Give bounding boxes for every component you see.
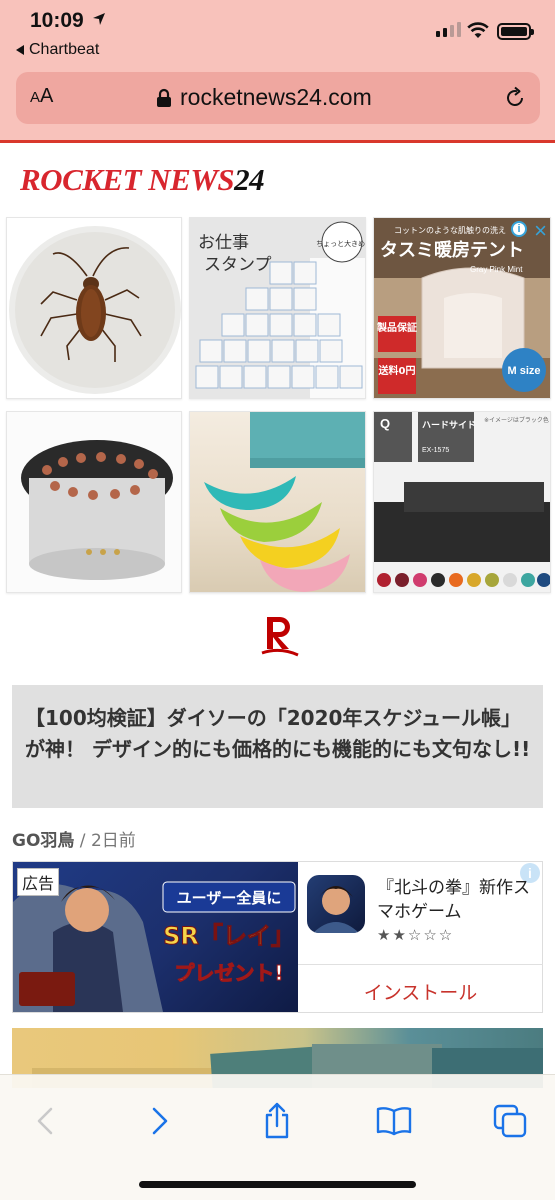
article-time: 2日前 <box>90 831 136 851</box>
ad-close-icon[interactable]: × <box>534 218 547 244</box>
cockroach-image <box>9 226 181 394</box>
chevron-right-icon <box>152 1107 168 1135</box>
product-tile-work-stamp[interactable]: お仕事 スタンプ ちょっと大きめ! <box>189 217 366 399</box>
tent-badge-1: 製品保証 <box>376 321 417 334</box>
banner-line-1: ユーザー全員に <box>177 889 282 907</box>
product-tile-banana-bed[interactable] <box>189 411 366 593</box>
tent-badge-2: 送料0円 <box>378 364 416 377</box>
back-app-label: Chartbeat <box>29 41 100 58</box>
lock-icon <box>157 88 171 107</box>
logo-word-news: NEWS <box>148 162 235 197</box>
byline-separator: / <box>74 831 91 851</box>
bed-q-label: Q <box>380 416 390 431</box>
stamp-caption-1: お仕事 <box>198 233 249 253</box>
takoyaki-image <box>7 412 181 592</box>
battery-icon <box>497 23 534 40</box>
stamp-bubble: ちょっと大きめ! <box>316 239 366 248</box>
bed-image: Q ハードサイド EX-1575 ※イメージはブラック色 <box>374 412 550 592</box>
logo-word-rocket: ROCKET <box>20 162 142 197</box>
banner-line-3: プレゼント! <box>174 961 283 985</box>
tabs-button[interactable] <box>488 1099 532 1143</box>
share-icon <box>265 1102 289 1139</box>
install-button[interactable]: インストール <box>298 978 543 1005</box>
article-headline[interactable]: 【100均検証】ダイソーの「2020年スケジュール帳」が神！ デザイン的にも価格… <box>25 703 533 765</box>
cellular-signal-icon <box>436 22 461 37</box>
wifi-icon <box>467 22 489 38</box>
stamp-image: お仕事 スタンプ ちょっと大きめ! <box>190 218 366 398</box>
url-text[interactable]: rocketnews24.com <box>180 84 372 111</box>
tent-subtitle: コットンのような肌触りの洗え <box>394 225 506 235</box>
tent-colors: Gray Pink Mint <box>470 265 523 274</box>
product-tile-hard-side-bed[interactable]: Q ハードサイド EX-1575 ※イメージはブラック色 <box>373 411 551 593</box>
rakuten-logo-icon[interactable] <box>258 613 302 659</box>
product-tile-cockroach[interactable] <box>6 217 182 399</box>
ad-banner-image[interactable]: ユーザー全員に SR「レイ」 プレゼント! 広告 <box>13 862 298 1012</box>
tent-image: コットンのような肌触りの洗え タスミ暖房テント Gray Pink Mint 製… <box>374 218 550 398</box>
browser-top-bar: 10:09 Chartbeat AA rocketnews24.com <box>0 0 555 143</box>
status-time: 10:09 <box>30 9 84 32</box>
back-to-app-link[interactable]: Chartbeat <box>16 41 99 59</box>
ad-label-badge: 広告 <box>17 868 60 896</box>
bed-hard-label: ハードサイド <box>422 420 476 431</box>
ad-info-icon[interactable]: i <box>511 221 527 237</box>
ad-app-title[interactable]: 『北斗の拳』新作スマホゲーム <box>377 876 537 924</box>
product-grid: お仕事 スタンプ ちょっと大きめ! コットンのような肌触りの洗え タスミ暖房テン… <box>6 217 552 593</box>
article-author[interactable]: GO羽鳥 <box>12 831 74 851</box>
text-size-button[interactable]: AA <box>30 85 53 108</box>
forward-button[interactable] <box>138 1099 182 1143</box>
back-triangle-icon <box>16 45 24 55</box>
chevron-left-icon <box>37 1107 53 1135</box>
app-install-ad[interactable]: ユーザー全員に SR「レイ」 プレゼント! 広告 i 『北斗の拳』新作スマホゲー… <box>12 861 543 1013</box>
tent-title: タスミ暖房テント <box>380 239 524 261</box>
bed-note: ※イメージはブラック色 <box>484 416 549 424</box>
tent-size: M size <box>507 365 540 377</box>
ad-tile-tent[interactable]: コットンのような肌触りの洗え タスミ暖房テント Gray Pink Mint 製… <box>373 217 551 399</box>
ad-divider <box>298 964 543 965</box>
stamp-caption-2: スタンプ <box>204 255 272 275</box>
banner-line-2: SR「レイ」 <box>163 922 295 950</box>
address-bar[interactable]: AA rocketnews24.com <box>16 72 540 124</box>
book-icon <box>376 1107 412 1136</box>
reload-icon[interactable] <box>503 86 527 110</box>
article-headline-card[interactable]: 【100均検証】ダイソーの「2020年スケジュール帳」が神！ デザイン的にも価格… <box>12 685 543 808</box>
article-byline: GO羽鳥 / 2日前 <box>12 826 136 851</box>
site-logo[interactable]: ROCKET NEWS24 <box>20 162 265 198</box>
ad-rating-stars: ★★☆☆☆ <box>377 926 455 944</box>
home-indicator[interactable] <box>139 1181 416 1188</box>
location-arrow-icon <box>93 13 105 25</box>
share-button[interactable] <box>255 1099 299 1143</box>
bookmarks-button[interactable] <box>372 1099 416 1143</box>
app-icon[interactable] <box>307 875 365 933</box>
tabs-icon <box>493 1104 527 1138</box>
product-tile-takoyaki-maker[interactable] <box>6 411 182 593</box>
bed-model: EX-1575 <box>422 447 449 454</box>
logo-number: 24 <box>234 162 265 197</box>
banana-bed-image <box>204 412 365 592</box>
back-button[interactable] <box>23 1099 67 1143</box>
